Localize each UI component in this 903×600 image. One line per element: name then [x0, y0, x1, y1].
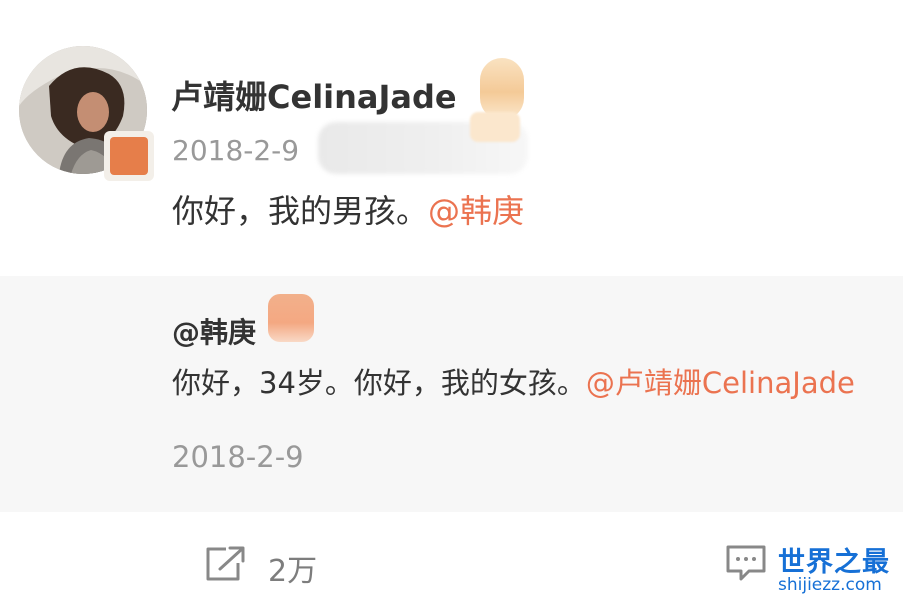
post-author-name[interactable]: 卢靖姗CelinaJade — [171, 72, 457, 118]
action-bar — [0, 512, 903, 600]
reply-mention-link[interactable]: @卢靖姗CelinaJade — [586, 366, 855, 400]
reply-content: 你好，34岁。你好，我的女孩。@卢靖姗CelinaJade — [172, 360, 855, 402]
post-content: 你好，我的男孩。@韩庚 — [172, 186, 524, 232]
post-mention-link[interactable]: @韩庚 — [428, 192, 524, 230]
verified-badge-icon — [110, 137, 148, 175]
member-badge-icon — [480, 58, 524, 120]
reply-author-badge-icon — [268, 294, 314, 342]
reply-timestamp[interactable]: 2018-2-9 — [172, 440, 304, 474]
watermark-url: shijiezz.com — [778, 575, 882, 595]
watermark-logo-text: 世界之最 — [778, 547, 890, 578]
repost-count[interactable]: 2万 — [268, 546, 317, 590]
weibo-post: 卢靖姗CelinaJade 2018-2-9 你好，我的男孩。@韩庚 @韩庚 你… — [0, 0, 903, 600]
post-timestamp[interactable]: 2018-2-9 — [172, 134, 299, 167]
reply-text: 你好，34岁。你好，我的女孩。 — [172, 366, 586, 400]
source-decoration — [470, 112, 520, 142]
comment-icon[interactable] — [725, 544, 767, 582]
reply-author-name[interactable]: @韩庚 — [172, 311, 256, 351]
share-icon[interactable] — [204, 545, 246, 583]
post-text: 你好，我的男孩。 — [172, 192, 429, 230]
